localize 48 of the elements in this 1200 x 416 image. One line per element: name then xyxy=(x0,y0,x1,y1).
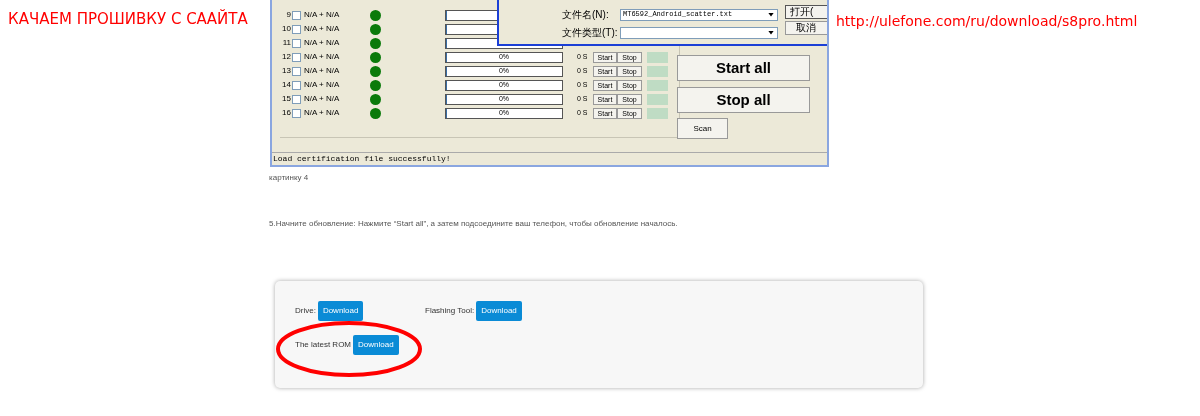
port-indicator xyxy=(647,79,668,91)
port-indicator xyxy=(647,65,668,77)
cancel-button[interactable]: 取消 xyxy=(785,21,827,35)
port-label: N/A + N/A xyxy=(304,107,341,119)
port-label: N/A + N/A xyxy=(304,23,341,35)
url-annotation: http://ulefone.com/ru/download/s8pro.html xyxy=(836,13,1138,29)
port-number: 13 xyxy=(281,65,291,77)
port-checkbox[interactable] xyxy=(292,24,301,34)
file-type-field[interactable] xyxy=(620,26,778,39)
port-number: 14 xyxy=(281,79,291,91)
port-number: 16 xyxy=(281,107,291,119)
stop-all-button[interactable]: Stop all xyxy=(677,87,810,113)
port-number: 11 xyxy=(281,37,291,49)
port-label: N/A + N/A xyxy=(304,51,341,63)
port-label: N/A + N/A xyxy=(304,65,341,77)
port-number: 10 xyxy=(281,23,291,35)
instruction-text: 5.Начните обновление: Нажмите “Start all”, а затем подсоедините ваш телефон, чтобы обновление началось. xyxy=(269,218,679,230)
port-checkbox[interactable] xyxy=(292,108,301,118)
download-button[interactable]: Download xyxy=(353,335,399,355)
download-label: Flashing Tool: xyxy=(425,305,475,317)
port-checkbox[interactable] xyxy=(292,80,301,90)
scan-button[interactable]: Scan xyxy=(677,118,728,139)
download-button[interactable]: Download xyxy=(476,301,522,321)
start-all-button[interactable]: Start all xyxy=(677,55,810,81)
port-indicator xyxy=(647,93,668,105)
image-caption: картинку 4 xyxy=(269,172,310,184)
port-indicator xyxy=(647,51,668,63)
download-label: The latest ROM xyxy=(295,339,351,351)
port-checkbox[interactable] xyxy=(292,38,301,48)
port-label: N/A + N/A xyxy=(304,79,341,91)
annotation-text: КАЧАЕМ ПРОШИВКУ С СААЙТА xyxy=(8,10,248,28)
file-type-label: 文件类型(T): xyxy=(562,26,619,40)
status-bar: Load certification file successfully! xyxy=(272,152,827,165)
port-checkbox[interactable] xyxy=(292,94,301,104)
port-label: N/A + N/A xyxy=(304,37,341,49)
download-button[interactable]: Download xyxy=(317,301,364,321)
download-label: Drive: xyxy=(295,305,316,317)
port-label: N/A + N/A xyxy=(304,93,341,105)
port-number: 9 xyxy=(285,9,291,21)
port-checkbox[interactable] xyxy=(292,52,301,62)
port-number: 15 xyxy=(281,93,291,105)
port-checkbox[interactable] xyxy=(292,10,301,20)
port-label: N/A + N/A xyxy=(304,9,341,21)
file-name-label: 文件名(N): xyxy=(562,8,610,22)
port-checkbox[interactable] xyxy=(292,66,301,76)
port-indicator xyxy=(647,107,668,119)
open-button[interactable]: 打开( xyxy=(785,5,827,19)
port-number: 12 xyxy=(281,51,291,63)
